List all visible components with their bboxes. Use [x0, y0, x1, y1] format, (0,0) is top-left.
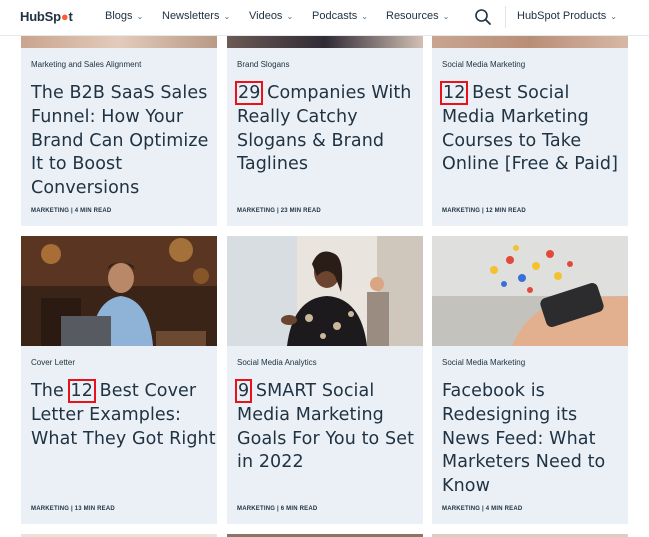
- article-card[interactable]: Brand Slogans 29 Companies With Really C…: [227, 36, 423, 226]
- chevron-down-icon: ⌄: [136, 12, 144, 21]
- article-image: [227, 36, 423, 48]
- article-title[interactable]: 12 Best Social Media Marketing Courses t…: [439, 81, 628, 177]
- nav-podcasts-label: Podcasts: [312, 10, 358, 22]
- article-image: [21, 36, 217, 48]
- nav-blogs[interactable]: Blogs ⌄: [105, 10, 143, 22]
- article-meta: MARKETING | 4 MIN READ: [31, 208, 112, 214]
- highlighted-number: 29: [234, 81, 264, 105]
- article-image: [21, 236, 217, 346]
- article-card[interactable]: Social Media Analytics 9 SMART Social Me…: [227, 236, 423, 524]
- search-button[interactable]: [473, 7, 493, 27]
- article-meta: MARKETING | 23 MIN READ: [237, 208, 321, 214]
- article-meta: MARKETING | 4 MIN READ: [442, 506, 523, 512]
- article-title-text: The B2B SaaS Sales Funnel: How Your Bran…: [31, 83, 209, 199]
- article-title-text: Facebook is Redesigning its News Feed: W…: [442, 381, 606, 497]
- nav-podcasts[interactable]: Podcasts ⌄: [312, 10, 368, 22]
- article-meta: MARKETING | 12 MIN READ: [442, 208, 526, 214]
- sprocket-icon: ●: [60, 9, 69, 24]
- article-tag[interactable]: Social Media Marketing: [442, 60, 525, 69]
- article-title-text: Best Social Media Marketing Courses to T…: [442, 83, 619, 175]
- search-icon: [475, 9, 491, 25]
- article-title-text: SMART Social Media Marketing Goals For Y…: [237, 381, 415, 473]
- highlighted-number: 12: [67, 379, 97, 403]
- hubspot-logo[interactable]: HubSp●t: [20, 9, 73, 24]
- article-title-text: Companies With Really Catchy Slogans & B…: [237, 83, 412, 175]
- article-card[interactable]: Social Media Marketing Facebook is Redes…: [432, 236, 628, 524]
- logo-text-t: t: [68, 9, 73, 24]
- article-card[interactable]: Cover Letter The 12 Best Cover Letter Ex…: [21, 236, 217, 524]
- chevron-down-icon: ⌄: [610, 12, 617, 21]
- article-title[interactable]: The 12 Best Cover Letter Examples: What …: [31, 379, 217, 451]
- article-tag[interactable]: Marketing and Sales Alignment: [31, 60, 141, 69]
- article-tag[interactable]: Cover Letter: [31, 358, 75, 367]
- article-title[interactable]: 29 Companies With Really Catchy Slogans …: [234, 81, 423, 177]
- top-navigation: HubSp●t Blogs ⌄ Newsletters ⌄ Videos ⌄ Podc…: [0, 0, 649, 36]
- nav-blogs-label: Blogs: [105, 10, 133, 22]
- nav-videos[interactable]: Videos ⌄: [249, 10, 293, 22]
- chevron-down-icon: ⌄: [223, 12, 231, 21]
- nav-resources[interactable]: Resources ⌄: [386, 10, 449, 22]
- article-card[interactable]: Social Media Marketing 12 Best Social Me…: [432, 36, 628, 226]
- chevron-down-icon: ⌄: [286, 12, 294, 21]
- chevron-down-icon: ⌄: [442, 12, 450, 21]
- article-title-prefix: The: [31, 381, 70, 401]
- nav-newsletters[interactable]: Newsletters ⌄: [162, 10, 230, 22]
- article-tag[interactable]: Social Media Analytics: [237, 358, 317, 367]
- logo-text-sp: Sp: [44, 9, 61, 24]
- article-title[interactable]: 9 SMART Social Media Marketing Goals For…: [234, 379, 423, 475]
- article-image: [227, 236, 423, 346]
- logo-text-hub: Hub: [20, 9, 45, 24]
- article-title[interactable]: The B2B SaaS Sales Funnel: How Your Bran…: [31, 82, 217, 201]
- highlighted-number: 9: [234, 379, 253, 403]
- article-card[interactable]: Marketing and Sales Alignment The B2B Sa…: [21, 36, 217, 226]
- article-tag[interactable]: Brand Slogans: [237, 60, 289, 69]
- article-meta: MARKETING | 6 MIN READ: [237, 506, 318, 512]
- nav-products-label: HubSpot Products: [517, 10, 607, 22]
- article-title[interactable]: Facebook is Redesigning its News Feed: W…: [442, 380, 628, 499]
- nav-videos-label: Videos: [249, 10, 283, 22]
- nav-hubspot-products[interactable]: HubSpot Products ⌄: [517, 10, 617, 22]
- nav-newsletters-label: Newsletters: [162, 10, 220, 22]
- nav-divider: [505, 6, 506, 28]
- article-tag[interactable]: Social Media Marketing: [442, 358, 525, 367]
- article-meta: MARKETING | 13 MIN READ: [31, 506, 115, 512]
- article-image: [432, 36, 628, 48]
- article-image: [432, 236, 628, 346]
- nav-resources-label: Resources: [386, 10, 439, 22]
- chevron-down-icon: ⌄: [361, 12, 368, 21]
- highlighted-number: 12: [439, 81, 469, 105]
